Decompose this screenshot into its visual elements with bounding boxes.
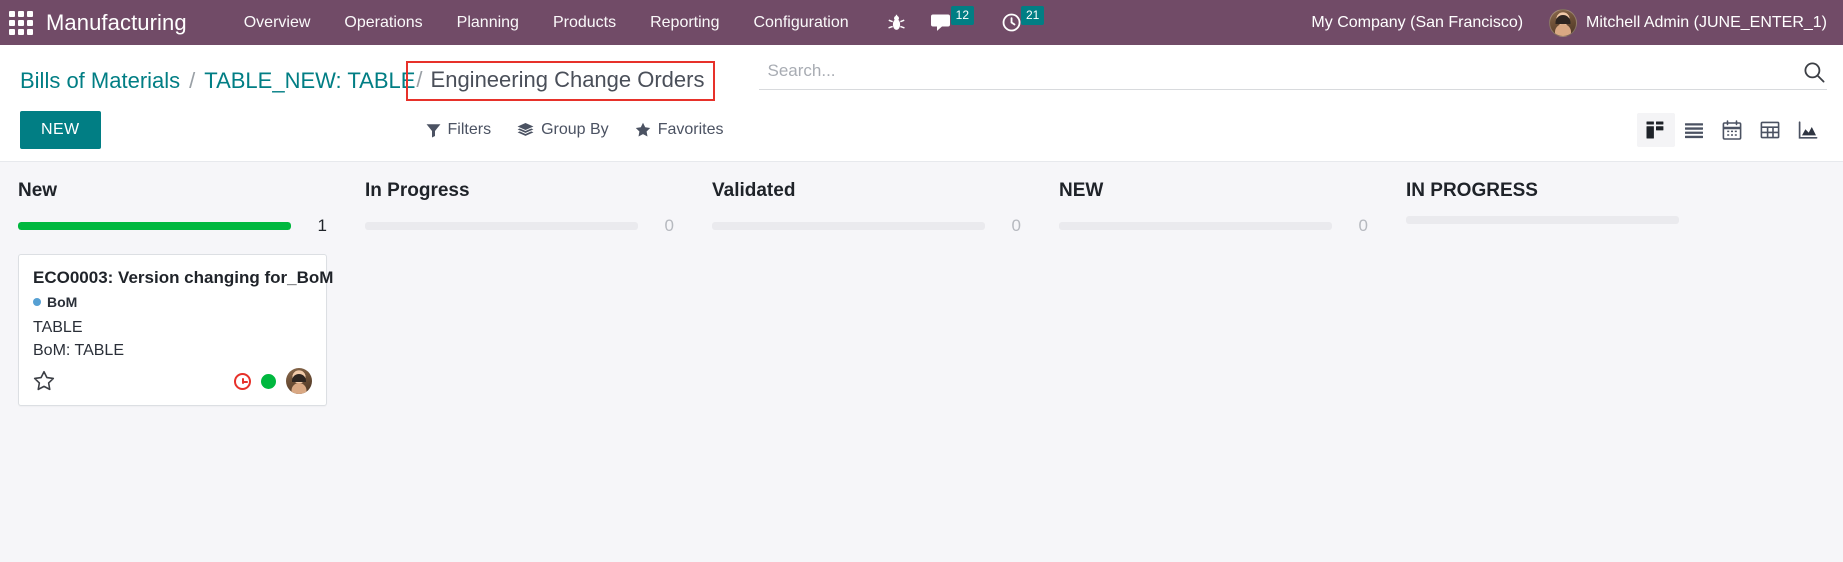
view-button-graph[interactable] — [1789, 113, 1827, 147]
tag-color-dot-icon — [33, 298, 41, 306]
view-button-calendar[interactable] — [1713, 113, 1751, 147]
card-status-icons — [234, 368, 312, 394]
favorites-label: Favorites — [657, 121, 724, 138]
card-tag: BoM — [33, 294, 312, 310]
control-panel-bottom-row: NEW Filters Group By Favorites — [0, 101, 1843, 161]
progress-fill — [18, 222, 291, 230]
filter-funnel-icon — [426, 123, 441, 138]
kanban-column-progressbar — [1406, 216, 1715, 224]
kanban-column-title[interactable]: New — [18, 180, 327, 202]
card-assignee-avatar[interactable] — [286, 368, 312, 394]
kanban-column-progressbar: 1 — [18, 216, 327, 236]
favorites-dropdown[interactable]: Favorites — [635, 121, 724, 139]
new-record-button[interactable]: NEW — [20, 111, 101, 149]
card-title: ECO0003: Version changing for_BoM — [33, 268, 334, 287]
kanban-column-count: 0 — [1011, 216, 1021, 235]
kanban-column-validated: Validated 0 — [694, 162, 1041, 562]
messages-count-badge: 12 — [950, 6, 974, 25]
kanban-column-count: 0 — [664, 216, 674, 235]
progress-track[interactable] — [365, 222, 638, 230]
kanban-column-title[interactable]: In Progress — [365, 180, 674, 202]
card-bom-line: BoM: TABLE — [33, 342, 124, 359]
search-view — [759, 59, 1827, 90]
menu-item-operations[interactable]: Operations — [327, 2, 439, 44]
kanban-column-progressbar: 0 — [1059, 216, 1368, 236]
control-panel-top-row: Bills of Materials / TABLE_NEW: TABLE / E… — [0, 45, 1843, 101]
search-tools: Filters Group By Favorites — [426, 121, 724, 139]
kanban-column-count: 0 — [1358, 216, 1368, 235]
clock-overdue-icon[interactable] — [234, 372, 251, 390]
kanban-card[interactable]: ECO0003: Version changing for_BoM BoM TA… — [18, 254, 334, 406]
top-navbar: Manufacturing Overview Operations Planni… — [0, 0, 1843, 45]
view-button-list[interactable] — [1675, 113, 1713, 147]
debug-bug-icon[interactable] — [866, 0, 918, 45]
breadcrumb-item-bills-of-materials[interactable]: Bills of Materials — [20, 68, 180, 94]
kanban-column-progressbar: 0 — [712, 216, 1021, 236]
view-button-pivot[interactable] — [1751, 113, 1789, 147]
app-brand-manufacturing[interactable]: Manufacturing — [40, 10, 193, 36]
card-footer — [33, 368, 312, 394]
company-switcher[interactable]: My Company (San Francisco) — [1295, 14, 1539, 32]
layers-icon — [517, 122, 534, 138]
view-button-kanban[interactable] — [1637, 113, 1675, 147]
messages-counter[interactable]: 12 — [918, 0, 989, 45]
user-name-label: Mitchell Admin (JUNE_ENTER_1) — [1586, 13, 1827, 31]
progress-track[interactable] — [1406, 216, 1679, 224]
filters-label: Filters — [447, 121, 492, 138]
group-by-dropdown[interactable]: Group By — [517, 121, 609, 139]
kanban-column-in-progress-uppercase: IN PROGRESS — [1388, 162, 1735, 562]
star-outline-icon[interactable] — [33, 370, 55, 392]
kanban-column-title[interactable]: IN PROGRESS — [1406, 180, 1715, 202]
apps-grid-icon[interactable] — [8, 10, 34, 36]
breadcrumb-item-current-highlighted: / Engineering Change Orders — [406, 61, 716, 101]
breadcrumb-current-label: Engineering Change Orders — [430, 67, 705, 92]
activities-counter[interactable]: 21 — [989, 0, 1059, 45]
menu-item-reporting[interactable]: Reporting — [633, 2, 736, 44]
breadcrumb-separator-2: / — [416, 67, 423, 92]
kanban-column-new-uppercase: NEW 0 — [1041, 162, 1388, 562]
activities-count-badge: 21 — [1021, 6, 1045, 25]
card-product-line: TABLE — [33, 319, 83, 336]
filters-dropdown[interactable]: Filters — [426, 121, 492, 139]
menu-item-overview[interactable]: Overview — [227, 2, 328, 44]
user-avatar — [1549, 8, 1578, 37]
kanban-column-new: New 1 ECO0003: Version changing for_BoM … — [0, 162, 347, 562]
breadcrumb-separator: / — [189, 68, 196, 93]
green-status-dot[interactable] — [261, 373, 276, 389]
search-icon[interactable] — [1793, 61, 1825, 83]
kanban-board: New 1 ECO0003: Version changing for_BoM … — [0, 162, 1843, 562]
group-by-label: Group By — [541, 121, 609, 138]
menu-item-configuration[interactable]: Configuration — [736, 2, 865, 44]
progress-track[interactable] — [712, 222, 985, 230]
progress-track[interactable] — [1059, 222, 1332, 230]
card-tag-label: BoM — [47, 294, 78, 310]
control-panel: Bills of Materials / TABLE_NEW: TABLE / E… — [0, 45, 1843, 162]
menu-item-products[interactable]: Products — [536, 2, 633, 44]
breadcrumb-item-table-new[interactable]: TABLE_NEW: TABLE — [204, 68, 415, 94]
main-menu: Overview Operations Planning Products Re… — [227, 2, 866, 44]
kanban-column-title[interactable]: NEW — [1059, 180, 1368, 202]
navbar-right-section: My Company (San Francisco) Mitchell Admi… — [1295, 8, 1829, 37]
search-input[interactable] — [767, 59, 1793, 83]
view-switcher — [1637, 113, 1827, 147]
user-menu[interactable]: Mitchell Admin (JUNE_ENTER_1) — [1539, 8, 1829, 37]
kanban-column-title[interactable]: Validated — [712, 180, 1021, 202]
kanban-column-count: 1 — [317, 216, 327, 235]
kanban-column-in-progress: In Progress 0 — [347, 162, 694, 562]
breadcrumb: Bills of Materials / TABLE_NEW: TABLE / E… — [20, 59, 716, 101]
progress-track[interactable] — [18, 222, 291, 230]
kanban-column-progressbar: 0 — [365, 216, 674, 236]
star-icon — [635, 122, 651, 138]
menu-item-planning[interactable]: Planning — [440, 2, 536, 44]
